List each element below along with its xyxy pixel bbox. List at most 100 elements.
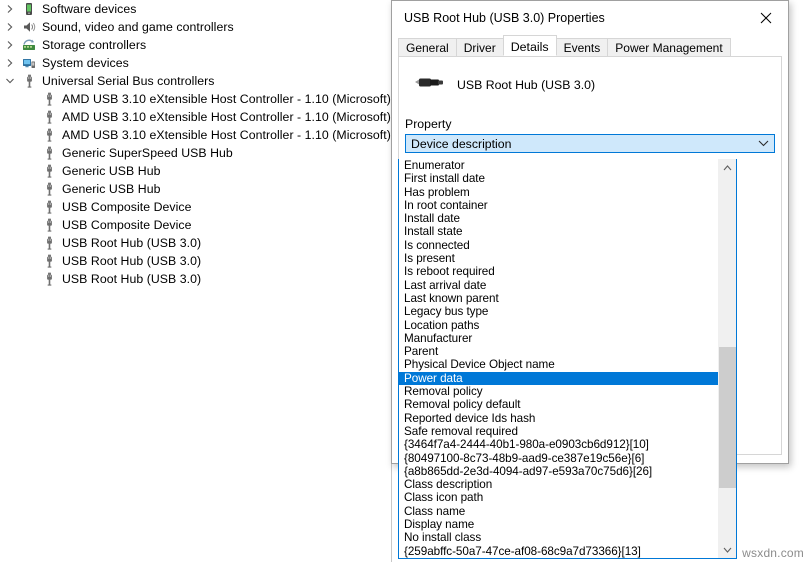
dropdown-item[interactable]: Last arrival date: [399, 279, 718, 292]
dropdown-item[interactable]: No install class: [399, 531, 718, 544]
device-tree-item-label: Sound, video and game controllers: [42, 18, 234, 36]
device-tree-item[interactable]: AMD USB 3.10 eXtensible Host Controller …: [0, 108, 391, 126]
dropdown-item-selected[interactable]: Power data: [399, 372, 718, 385]
device-tree-item[interactable]: USB Root Hub (USB 3.0): [0, 270, 391, 288]
dropdown-item[interactable]: Install date: [399, 212, 718, 225]
device-tree-item-label: Generic USB Hub: [62, 180, 160, 198]
device-tree-item-label: Generic SuperSpeed USB Hub: [62, 144, 233, 162]
close-icon[interactable]: [743, 2, 788, 35]
tree-indent: [0, 252, 40, 270]
chevron-right-glyph: [5, 22, 15, 32]
chevron-right-icon[interactable]: [0, 54, 20, 72]
dropdown-item[interactable]: Install state: [399, 225, 718, 238]
device-tree-item[interactable]: Generic USB Hub: [0, 180, 391, 198]
usb-icon: [40, 90, 58, 108]
device-tree-item[interactable]: AMD USB 3.10 eXtensible Host Controller …: [0, 126, 391, 144]
scroll-up-arrow-icon[interactable]: [719, 159, 736, 176]
dropdown-item[interactable]: Last known parent: [399, 292, 718, 305]
tree-indent: [0, 270, 40, 288]
usb-icon: [40, 270, 58, 288]
dropdown-item[interactable]: Removal policy: [399, 385, 718, 398]
dropdown-scrollbar[interactable]: [718, 159, 736, 558]
dropdown-item[interactable]: {3464f7a4-2444-40b1-980a-e0903cb6d912}[1…: [399, 438, 718, 451]
tab-general[interactable]: General: [398, 38, 457, 56]
dropdown-item[interactable]: Is reboot required: [399, 265, 718, 278]
dropdown-item[interactable]: Class icon path: [399, 491, 718, 504]
dropdown-item[interactable]: Is connected: [399, 239, 718, 252]
dropdown-item[interactable]: Safe removal required: [399, 425, 718, 438]
usb-plug-icon: [411, 73, 445, 98]
dropdown-item[interactable]: Enumerator: [399, 159, 718, 172]
chevron-right-icon[interactable]: [0, 0, 20, 18]
device-tree-item[interactable]: Sound, video and game controllers: [0, 18, 391, 36]
dropdown-item[interactable]: Physical Device Object name: [399, 358, 718, 371]
chevron-right-glyph: [5, 58, 15, 68]
dropdown-item[interactable]: {259abffc-50a7-47ce-af08-68c9a7d73366}[1…: [399, 545, 718, 558]
tree-indent: [0, 234, 40, 252]
property-label: Property: [405, 117, 781, 131]
usb-icon: [40, 180, 58, 198]
dropdown-item[interactable]: Legacy bus type: [399, 305, 718, 318]
usb-icon: [40, 234, 58, 252]
chevron-down-icon[interactable]: [752, 140, 774, 147]
watermark: wsxdn.com: [742, 546, 804, 560]
dropdown-item[interactable]: Is present: [399, 252, 718, 265]
dropdown-item[interactable]: First install date: [399, 172, 718, 185]
dropdown-item[interactable]: In root container: [399, 199, 718, 212]
dropdown-item[interactable]: Manufacturer: [399, 332, 718, 345]
device-tree-item-label: AMD USB 3.10 eXtensible Host Controller …: [62, 108, 391, 126]
device-tree-item[interactable]: Generic SuperSpeed USB Hub: [0, 144, 391, 162]
dialog-titlebar[interactable]: USB Root Hub (USB 3.0) Properties: [392, 1, 788, 35]
tab-details[interactable]: Details: [503, 35, 557, 56]
tree-indent: [0, 198, 40, 216]
tree-indent: [0, 108, 40, 126]
dialog-tabs[interactable]: GeneralDriverDetailsEventsPower Manageme…: [398, 35, 782, 56]
dropdown-item[interactable]: {80497100-8c73-48b9-aad9-ce387e19c56e}[6…: [399, 452, 718, 465]
tab-events[interactable]: Events: [556, 38, 609, 56]
tab-power-management[interactable]: Power Management: [607, 38, 730, 56]
scroll-down-glyph: [723, 547, 732, 553]
chevron-right-icon[interactable]: [0, 18, 20, 36]
dropdown-item[interactable]: Has problem: [399, 186, 718, 199]
device-tree-item-label: Software devices: [42, 0, 136, 18]
dropdown-item[interactable]: Reported device Ids hash: [399, 412, 718, 425]
usb-icon: [40, 144, 58, 162]
device-tree-item[interactable]: Storage controllers: [0, 36, 391, 54]
property-combobox[interactable]: Device description: [405, 134, 775, 153]
speaker-icon: [20, 18, 38, 36]
dropdown-item[interactable]: Location paths: [399, 319, 718, 332]
scrollbar-thumb[interactable]: [719, 347, 736, 488]
usb-plug-glyph: [411, 73, 445, 93]
property-dropdown-items[interactable]: EnumeratorFirst install dateHas problemI…: [399, 159, 718, 558]
dropdown-item[interactable]: {a8b865dd-2e3d-4094-ad97-e593a70c75d6}[2…: [399, 465, 718, 478]
usb-icon: [40, 108, 58, 126]
device-tree: Software devicesSound, video and game co…: [0, 0, 391, 288]
dropdown-item[interactable]: Class name: [399, 505, 718, 518]
device-tree-item[interactable]: System devices: [0, 54, 391, 72]
device-tree-item-label: AMD USB 3.10 eXtensible Host Controller …: [62, 90, 391, 108]
device-tree-item[interactable]: USB Composite Device: [0, 198, 391, 216]
device-tree-item-label: Storage controllers: [42, 36, 146, 54]
chevron-right-icon[interactable]: [0, 36, 20, 54]
scroll-down-arrow-icon[interactable]: [719, 541, 736, 558]
tree-indent: [0, 144, 40, 162]
dropdown-item[interactable]: Removal policy default: [399, 398, 718, 411]
property-dropdown-list[interactable]: EnumeratorFirst install dateHas problemI…: [398, 159, 737, 559]
device-tree-item[interactable]: Software devices: [0, 0, 391, 18]
device-tree-item[interactable]: AMD USB 3.10 eXtensible Host Controller …: [0, 90, 391, 108]
device-tree-item[interactable]: Universal Serial Bus controllers: [0, 72, 391, 90]
device-name: USB Root Hub (USB 3.0): [457, 78, 595, 92]
device-tree-item[interactable]: Generic USB Hub: [0, 162, 391, 180]
dropdown-item[interactable]: Display name: [399, 518, 718, 531]
usb-icon: [40, 126, 58, 144]
chevron-down-icon[interactable]: [0, 72, 20, 90]
device-manager-tree-panel[interactable]: Software devicesSound, video and game co…: [0, 0, 392, 562]
dropdown-item[interactable]: Class description: [399, 478, 718, 491]
device-tree-item[interactable]: USB Composite Device: [0, 216, 391, 234]
device-tree-item[interactable]: USB Root Hub (USB 3.0): [0, 252, 391, 270]
system-device-icon: [20, 54, 38, 72]
device-tree-item[interactable]: USB Root Hub (USB 3.0): [0, 234, 391, 252]
tree-indent: [0, 90, 40, 108]
dropdown-item[interactable]: Parent: [399, 345, 718, 358]
tab-driver[interactable]: Driver: [456, 38, 504, 56]
